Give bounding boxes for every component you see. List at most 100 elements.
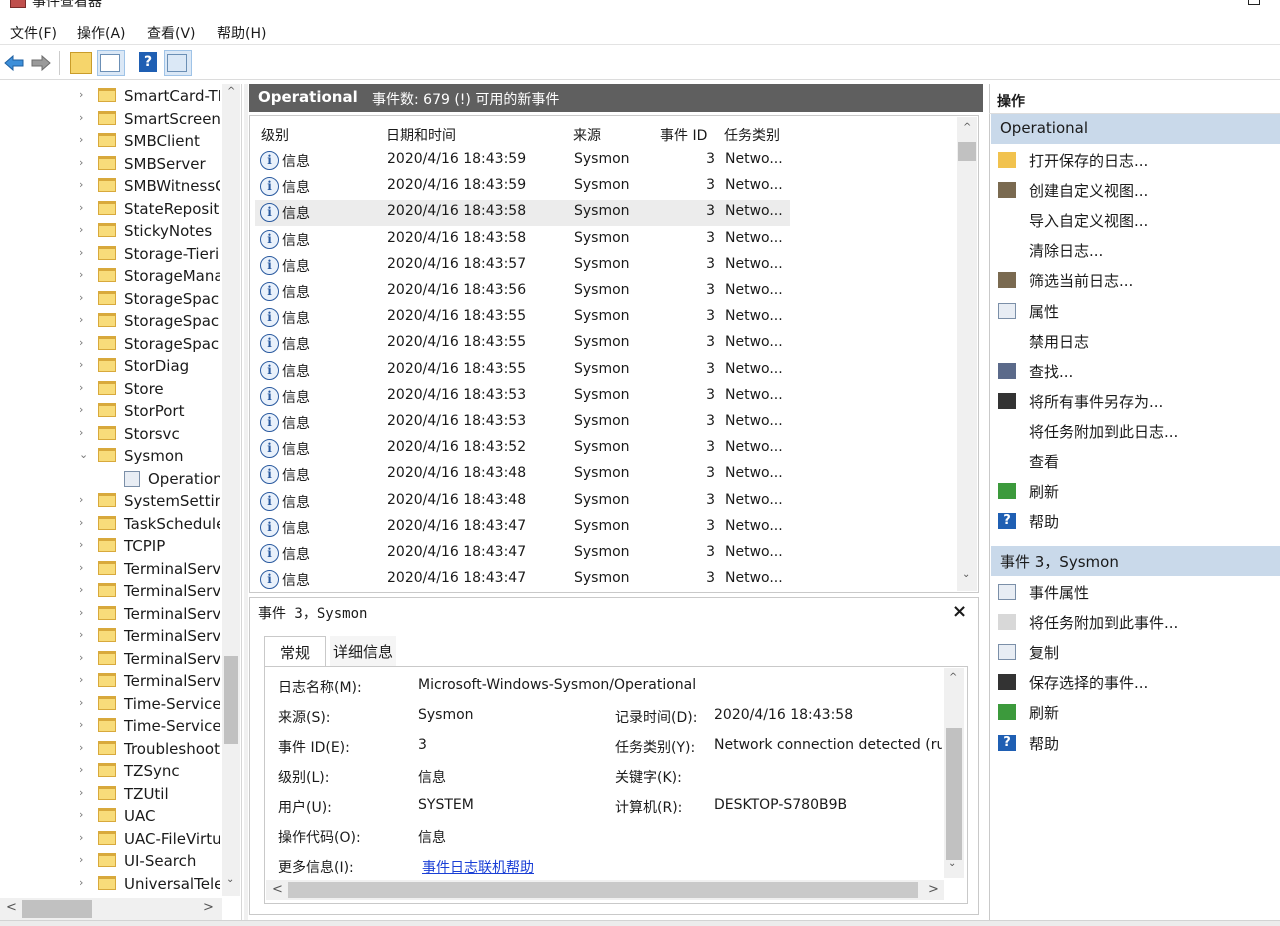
open-folder-icon[interactable]: [70, 52, 92, 74]
table-row[interactable]: i 信息 2020/4/16 18:43:56 Sysmon 3 Netwo...: [255, 279, 790, 305]
table-row[interactable]: i 信息 2020/4/16 18:43:48 Sysmon 3 Netwo...: [255, 462, 790, 488]
tree-item[interactable]: › TCPIP: [0, 535, 220, 557]
tree-hscroll-thumb[interactable]: [22, 900, 92, 918]
chevron-right-icon[interactable]: ›: [79, 606, 83, 619]
action-item[interactable]: ? 帮助: [991, 728, 1280, 758]
chevron-right-icon[interactable]: ›: [79, 111, 83, 124]
table-row[interactable]: i 信息 2020/4/16 18:43:47 Sysmon 3 Netwo...: [255, 567, 790, 592]
table-row[interactable]: i 信息 2020/4/16 18:43:47 Sysmon 3 Netwo...: [255, 515, 790, 541]
tree-scroll-thumb[interactable]: [224, 656, 238, 744]
chevron-right-icon[interactable]: ›: [79, 313, 83, 326]
action-item[interactable]: 事件属性: [991, 577, 1280, 607]
tree-item[interactable]: › TerminalServi: [0, 670, 220, 692]
detail-scroll-right-icon[interactable]: >: [928, 882, 939, 897]
detail-scroll-up-icon[interactable]: ^: [949, 672, 957, 683]
table-row[interactable]: i 信息 2020/4/16 18:43:57 Sysmon 3 Netwo...: [255, 253, 790, 279]
grid-scroll-thumb[interactable]: [958, 142, 976, 161]
chevron-right-icon[interactable]: ›: [79, 561, 83, 574]
chevron-right-icon[interactable]: ›: [79, 651, 83, 664]
chevron-right-icon[interactable]: ›: [79, 628, 83, 641]
chevron-right-icon[interactable]: ›: [79, 673, 83, 686]
tree-item[interactable]: › StorageSpace: [0, 333, 220, 355]
tree-item[interactable]: › SystemSetting: [0, 490, 220, 512]
tree-item[interactable]: › SmartCard-TP: [0, 85, 220, 107]
chevron-right-icon[interactable]: ›: [79, 763, 83, 776]
tree-item-log[interactable]: Operationa: [0, 468, 220, 490]
chevron-right-icon[interactable]: ›: [79, 786, 83, 799]
tree-item[interactable]: › TerminalServi: [0, 558, 220, 580]
tree-item[interactable]: › StorDiag: [0, 355, 220, 377]
tree-vertical-scrollbar[interactable]: ^ ⌄: [222, 84, 240, 896]
tree-item[interactable]: › TaskSchedule: [0, 513, 220, 535]
chevron-right-icon[interactable]: ›: [79, 426, 83, 439]
action-item[interactable]: 导入自定义视图...: [991, 205, 1280, 235]
action-item[interactable]: 清除日志...: [991, 235, 1280, 265]
action-item[interactable]: 将任务附加到此事件...: [991, 607, 1280, 637]
chevron-right-icon[interactable]: ›: [79, 381, 83, 394]
column-header-event-id[interactable]: 事件 ID: [660, 125, 707, 145]
menu-file[interactable]: 文件(F): [10, 23, 57, 43]
actions-group-event[interactable]: 事件 3，Sysmon: [991, 546, 1280, 576]
action-item[interactable]: 查看: [991, 446, 1280, 476]
column-header-datetime[interactable]: 日期和时间: [386, 125, 456, 145]
chevron-right-icon[interactable]: ›: [79, 493, 83, 506]
tree-item[interactable]: › TerminalServi: [0, 603, 220, 625]
maximize-icon[interactable]: [1248, 0, 1260, 5]
chevron-right-icon[interactable]: ›: [79, 696, 83, 709]
action-item[interactable]: 禁用日志: [991, 326, 1280, 356]
chevron-right-icon[interactable]: ›: [79, 831, 83, 844]
menu-action[interactable]: 操作(A): [77, 23, 126, 43]
tree-scroll-down-icon[interactable]: ⌄: [226, 874, 234, 885]
chevron-right-icon[interactable]: ›: [79, 583, 83, 596]
table-row[interactable]: i 信息 2020/4/16 18:43:53 Sysmon 3 Netwo...: [255, 410, 790, 436]
tree-item[interactable]: › Storage-Tierir: [0, 243, 220, 265]
column-header-task[interactable]: 任务类别: [724, 125, 780, 145]
tree-item[interactable]: › TerminalServi: [0, 648, 220, 670]
tree-item[interactable]: › StorageSpace: [0, 310, 220, 332]
tree-item[interactable]: › TZUtil: [0, 783, 220, 805]
tree-item[interactable]: › UI-Search: [0, 850, 220, 872]
tree-item[interactable]: › SMBServer: [0, 153, 220, 175]
table-row[interactable]: i 信息 2020/4/16 18:43:55 Sysmon 3 Netwo...: [255, 305, 790, 331]
back-arrow-icon[interactable]: [3, 52, 25, 74]
action-item[interactable]: 打开保存的日志...: [991, 145, 1280, 175]
tree-item[interactable]: › TerminalServi: [0, 625, 220, 647]
action-item[interactable]: 查找...: [991, 356, 1280, 386]
chevron-right-icon[interactable]: ›: [79, 718, 83, 731]
action-item[interactable]: ? 帮助: [991, 506, 1280, 536]
tree-item[interactable]: › SMBClient: [0, 130, 220, 152]
action-item[interactable]: 保存选择的事件...: [991, 667, 1280, 697]
table-row[interactable]: i 信息 2020/4/16 18:43:52 Sysmon 3 Netwo...: [255, 436, 790, 462]
tree-scroll-right-icon[interactable]: >: [203, 900, 214, 915]
detail-scroll-left-icon[interactable]: <: [272, 882, 283, 897]
action-item[interactable]: 刷新: [991, 697, 1280, 727]
chevron-right-icon[interactable]: ›: [79, 808, 83, 821]
chevron-down-icon[interactable]: ⌄: [79, 448, 88, 461]
chevron-right-icon[interactable]: ›: [79, 516, 83, 529]
tab-details[interactable]: 详细信息: [330, 636, 396, 666]
table-row[interactable]: i 信息 2020/4/16 18:43:59 Sysmon 3 Netwo...: [255, 174, 790, 200]
chevron-right-icon[interactable]: ›: [79, 358, 83, 371]
chevron-right-icon[interactable]: ›: [79, 156, 83, 169]
help-icon[interactable]: ?: [139, 52, 157, 72]
chevron-right-icon[interactable]: ›: [79, 403, 83, 416]
tab-general[interactable]: 常规: [264, 636, 326, 666]
action-item[interactable]: 创建自定义视图...: [991, 175, 1280, 205]
tree-item[interactable]: › UAC-FileVirtu: [0, 828, 220, 850]
tree-item[interactable]: › StickyNotes: [0, 220, 220, 242]
action-pane-icon[interactable]: [167, 54, 187, 72]
tree-item[interactable]: › Storsvc: [0, 423, 220, 445]
table-row[interactable]: i 信息 2020/4/16 18:43:59 Sysmon 3 Netwo...: [255, 148, 790, 174]
action-item[interactable]: 刷新: [991, 476, 1280, 506]
tree-item[interactable]: › TerminalServi: [0, 580, 220, 602]
tree-item[interactable]: › UAC: [0, 805, 220, 827]
table-row[interactable]: i 信息 2020/4/16 18:43:55 Sysmon 3 Netwo...: [255, 331, 790, 357]
tree-item[interactable]: › Troubleshooti: [0, 738, 220, 760]
action-item[interactable]: 属性: [991, 296, 1280, 326]
online-help-link[interactable]: 事件日志联机帮助: [422, 857, 534, 877]
chevron-right-icon[interactable]: ›: [79, 88, 83, 101]
column-header-source[interactable]: 来源: [573, 125, 601, 145]
chevron-right-icon[interactable]: ›: [79, 336, 83, 349]
table-row[interactable]: i 信息 2020/4/16 18:43:48 Sysmon 3 Netwo...: [255, 489, 790, 515]
action-item[interactable]: 将任务附加到此日志...: [991, 416, 1280, 446]
